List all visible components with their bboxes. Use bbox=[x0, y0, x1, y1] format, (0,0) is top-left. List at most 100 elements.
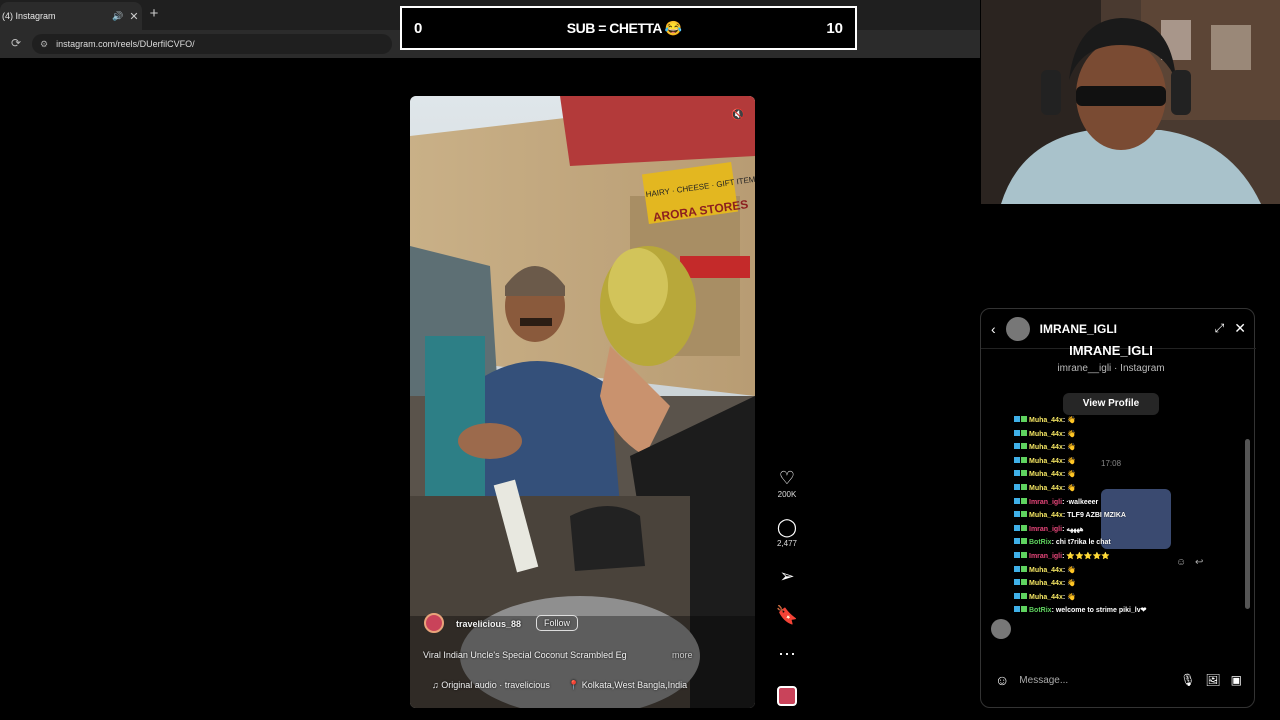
badge-icon bbox=[1014, 416, 1020, 422]
follow-button[interactable]: Follow bbox=[536, 615, 579, 631]
site-info-icon[interactable]: ⚙ bbox=[40, 39, 48, 50]
stream-chat-text: : ·walkeeer bbox=[1062, 498, 1099, 506]
badge-icon bbox=[1014, 497, 1020, 504]
reel-video[interactable]: HAIRY · CHEESE · GIFT ITEMS ARORA STORES… bbox=[410, 96, 755, 708]
stream-chat-overlay: Muha_44x: 👋 Muha_44x: 👋 Muha_44x: 👋 Muha_44… bbox=[1014, 414, 1194, 618]
send-icon[interactable]: ➢ bbox=[772, 566, 802, 586]
bookmark-icon[interactable]: 🔖 bbox=[772, 605, 802, 625]
speaker-icon[interactable]: 🔊 bbox=[110, 11, 126, 22]
avatar[interactable] bbox=[1005, 316, 1030, 341]
badge-icon bbox=[1021, 456, 1027, 463]
audio-label: Original audio · travelicious bbox=[441, 680, 550, 690]
view-profile-button[interactable]: View Profile bbox=[1063, 393, 1159, 415]
badge-icon bbox=[1014, 429, 1020, 436]
reel-username[interactable]: travelicious_88 bbox=[456, 619, 521, 629]
stream-chat-user: Muha_44x bbox=[1029, 566, 1063, 574]
message-composer: ☺ Message... 🎙 🖼 ▣ bbox=[991, 664, 1246, 696]
like-count: 200K bbox=[777, 490, 797, 499]
badge-icon bbox=[1021, 606, 1027, 613]
badge-icon bbox=[1014, 592, 1020, 599]
back-icon[interactable]: ‹ bbox=[991, 321, 996, 337]
badge-icon bbox=[1021, 538, 1027, 545]
scrollbar[interactable] bbox=[1245, 439, 1250, 609]
stream-chat-text: : 👋 bbox=[1062, 566, 1076, 574]
save-action[interactable]: 🔖 bbox=[772, 605, 802, 625]
stream-chat-text: : 👋 bbox=[1062, 457, 1076, 465]
badge-icon bbox=[1014, 579, 1020, 586]
share-action[interactable]: ➢ bbox=[772, 566, 802, 586]
reply-icon[interactable]: ↩ bbox=[1195, 557, 1203, 568]
stream-chat-line: Imran_igli: ·walkeeer bbox=[1014, 496, 1194, 510]
like-action[interactable]: ♡ 200K bbox=[772, 468, 802, 499]
stream-chat-user: Imran_igli bbox=[1029, 498, 1063, 506]
webcam-overlay bbox=[981, 0, 1280, 204]
badge-icon bbox=[1021, 551, 1027, 558]
stream-chat-line: Muha_44x: 👋 bbox=[1014, 564, 1194, 578]
location-info[interactable]: 📍 Kolkata,West Bangla,India bbox=[568, 680, 687, 691]
badge-icon bbox=[1021, 524, 1027, 531]
profile-name: IMRANE_IGLI bbox=[1069, 343, 1153, 358]
stream-chat-user: Muha_44x bbox=[1029, 512, 1063, 520]
stream-chat-user: Muha_44x bbox=[1029, 430, 1063, 438]
stream-chat-line: Muha_44x: 👋 bbox=[1014, 441, 1194, 455]
speaker-icon[interactable]: 🔇 bbox=[731, 108, 745, 121]
stream-chat-line: BotRix: welcome to strime piki_lv❤ bbox=[1014, 604, 1194, 618]
stream-chat-user: Muha_44x bbox=[1029, 593, 1063, 601]
stream-chat-user: Imran_igli bbox=[1029, 552, 1063, 560]
audio-thumbnail[interactable] bbox=[777, 686, 797, 706]
badge-icon bbox=[1014, 551, 1020, 558]
stream-chat-text: : 👋 bbox=[1062, 471, 1076, 479]
score-left: 0 bbox=[414, 19, 423, 37]
badge-icon bbox=[1021, 470, 1027, 477]
stream-chat-user: Muha_44x bbox=[1029, 444, 1063, 452]
profile-subtitle: imrane__igli · Instagram bbox=[1057, 363, 1165, 374]
emoji-icon[interactable]: ☺ bbox=[995, 672, 1009, 688]
close-tab-icon[interactable]: ✕ bbox=[126, 10, 142, 23]
heart-icon[interactable]: ♡ bbox=[772, 468, 802, 488]
stream-chat-user: BotRix bbox=[1029, 539, 1052, 547]
more-action[interactable]: ⋯ bbox=[772, 644, 802, 664]
stream-chat-user: Muha_44x bbox=[1029, 457, 1063, 465]
stream-chat-text: : 👋 bbox=[1062, 417, 1076, 424]
stream-chat-user: Imran_igli bbox=[1029, 525, 1063, 533]
chat-username[interactable]: IMRANE_IGLI bbox=[1040, 322, 1205, 336]
stream-chat-text: : ⭐⭐⭐⭐⭐ bbox=[1062, 552, 1110, 560]
audio-info[interactable]: ♫ Original audio · travelicious bbox=[432, 680, 550, 690]
badge-icon bbox=[1021, 565, 1027, 572]
image-icon[interactable]: 🖼 bbox=[1205, 673, 1220, 687]
microphone-icon[interactable]: 🎙 bbox=[1180, 673, 1195, 687]
stream-chat-line: Muha_44x: TLF9 AZBI MZIKA bbox=[1014, 509, 1194, 523]
url-field[interactable]: ⚙ instagram.com/reels/DUerfilCVFO/ bbox=[32, 34, 392, 54]
avatar[interactable] bbox=[424, 613, 444, 633]
badge-icon bbox=[1014, 483, 1020, 490]
reload-icon[interactable]: ⟳ bbox=[8, 35, 24, 51]
new-tab-icon[interactable]: + bbox=[146, 5, 162, 23]
badge-icon bbox=[1021, 429, 1027, 436]
badge-icon bbox=[1014, 524, 1020, 531]
stream-chat-text: : chi t7rika le chat bbox=[1051, 539, 1111, 547]
stream-chat-line: Muha_44x: 👋 bbox=[1014, 414, 1194, 428]
music-icon: ♫ bbox=[432, 680, 439, 690]
badge-icon bbox=[1021, 443, 1027, 450]
stream-chat-line: Muha_44x: 👋 bbox=[1014, 482, 1194, 496]
location-pin-icon: 📍 bbox=[568, 680, 580, 690]
expand-icon[interactable]: ⤢ bbox=[1215, 321, 1225, 336]
avatar bbox=[991, 619, 1011, 639]
badge-icon bbox=[1014, 565, 1020, 572]
more-options-icon[interactable]: ⋯ bbox=[772, 644, 802, 664]
close-icon[interactable]: ✕ bbox=[1234, 320, 1246, 337]
comment-count: 2,477 bbox=[776, 539, 798, 548]
stream-chat-text: : welcome to strime piki_lv❤ bbox=[1051, 607, 1147, 615]
stream-chat-line: Muha_44x: 👋 bbox=[1014, 577, 1194, 591]
badge-icon bbox=[1021, 483, 1027, 490]
stream-chat-text: : TLF9 AZBI MZIKA bbox=[1062, 512, 1126, 520]
stream-chat-text: : 👋 bbox=[1062, 593, 1076, 601]
stream-chat-line: BotRix: chi t7rika le chat bbox=[1014, 536, 1194, 550]
badge-icon bbox=[1021, 511, 1027, 518]
comment-action[interactable]: ◯ 2,477 bbox=[772, 517, 802, 548]
sticker-icon[interactable]: ▣ bbox=[1231, 673, 1242, 687]
browser-tab[interactable]: (4) Instagram 🔊 ✕ bbox=[0, 2, 142, 30]
comment-icon[interactable]: ◯ bbox=[772, 517, 802, 537]
message-input[interactable]: Message... bbox=[1019, 675, 1170, 686]
more-link[interactable]: more bbox=[672, 650, 693, 660]
